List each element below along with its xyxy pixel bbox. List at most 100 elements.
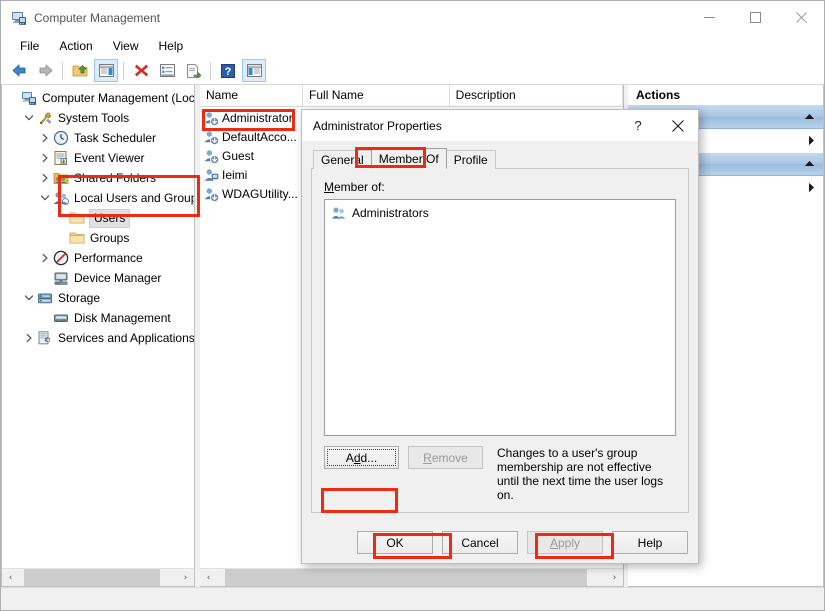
add-remove-row: Add... Remove Changes to a user's group …	[324, 446, 676, 502]
help-button[interactable]: Help	[612, 531, 688, 554]
tree-node-system-tools[interactable]: System Tools	[2, 108, 194, 128]
menu-help[interactable]: Help	[149, 36, 194, 56]
tree-node-label: Storage	[58, 290, 101, 305]
dialog-help-icon[interactable]: ?	[618, 110, 658, 141]
chevron-right-icon[interactable]	[808, 182, 815, 195]
tree-scroll-track[interactable]	[19, 569, 177, 586]
tab-general[interactable]: General	[313, 150, 372, 169]
chevron-right-icon[interactable]	[37, 170, 53, 186]
minimize-button[interactable]	[686, 1, 732, 34]
remove-button[interactable]: Remove	[408, 446, 483, 469]
list-scroll-track[interactable]	[217, 569, 606, 586]
clock-icon	[53, 130, 70, 146]
tree-node-label: Device Manager	[74, 270, 162, 285]
chevron-right-icon[interactable]	[37, 250, 53, 266]
tab-member-of[interactable]: Member Of	[370, 148, 447, 169]
tree-scroll-thumb[interactable]	[23, 569, 160, 586]
column-header-full-name[interactable]: Full Name	[303, 85, 450, 106]
tab-profile[interactable]: Profile	[445, 150, 496, 169]
chevron-right-icon[interactable]	[37, 150, 53, 166]
delete-icon[interactable]	[129, 59, 153, 82]
apply-button[interactable]: Apply	[527, 531, 603, 554]
column-header-description[interactable]: Description	[450, 85, 623, 106]
user-name-cell: Guest	[222, 148, 255, 163]
chevron-right-icon[interactable]	[808, 135, 815, 148]
tree-node-label: Groups	[90, 230, 130, 245]
chevron-down-icon[interactable]	[37, 190, 53, 206]
maximize-button[interactable]	[732, 1, 778, 34]
tree-node-task-scheduler[interactable]: Task Scheduler	[2, 128, 194, 148]
tree-node-label: Event Viewer	[74, 150, 145, 165]
export-list-icon[interactable]	[181, 59, 205, 82]
menu-action[interactable]: Action	[49, 36, 102, 56]
user-icon	[203, 167, 219, 183]
help-icon[interactable]: ?	[216, 59, 240, 82]
user-name-cell: DefaultAcco...	[222, 129, 297, 144]
cancel-button[interactable]: Cancel	[442, 531, 518, 554]
user-disabled-icon	[203, 110, 220, 126]
services-icon	[37, 330, 54, 346]
tree-node-device-manager[interactable]: Device Manager	[2, 268, 194, 288]
tree-node-label: Computer Management (Local	[42, 90, 194, 105]
folder-icon	[69, 230, 86, 246]
console-tree[interactable]: Computer Management (Local System Tools Ta…	[2, 85, 194, 568]
statusbar	[1, 587, 824, 610]
list-item[interactable]: Administrators	[328, 204, 672, 222]
chevron-right-icon[interactable]	[37, 130, 53, 146]
list-scroll-left-arrow[interactable]: ‹	[200, 569, 217, 586]
tree-node-label: Disk Management	[74, 310, 171, 325]
tree-indent-spacer	[53, 230, 69, 246]
tree-node-services-and-applications[interactable]: Services and Applications	[2, 328, 194, 348]
user-disabled-icon	[203, 186, 220, 202]
dialog-tabs[interactable]: General Member Of Profile	[311, 148, 689, 169]
menubar: File Action View Help	[1, 34, 824, 57]
actions-pane-title: Actions	[628, 85, 823, 106]
tree-node-groups[interactable]: Groups	[2, 228, 194, 248]
list-horizontal-scrollbar[interactable]: ‹ ›	[200, 568, 623, 586]
tree-node-users[interactable]: Users	[2, 208, 194, 228]
list-scroll-right-arrow[interactable]: ›	[606, 569, 623, 586]
tree-node-label: Users	[89, 208, 131, 228]
toolbar-separator	[123, 61, 124, 80]
add-button[interactable]: Add...	[324, 446, 399, 469]
chevron-down-icon[interactable]	[21, 110, 37, 126]
chevron-up-icon[interactable]	[804, 112, 815, 122]
computer-management-window: Computer Management File Action View Hel…	[0, 0, 825, 611]
tree-node-local-users-and-groups[interactable]: Local Users and Groups	[2, 188, 194, 208]
back-icon[interactable]	[7, 59, 31, 82]
tree-node-shared-folders[interactable]: Shared Folders	[2, 168, 194, 188]
ok-button[interactable]: OK	[357, 531, 433, 554]
close-button[interactable]	[778, 1, 824, 34]
member-of-listbox[interactable]: Administrators	[324, 199, 676, 436]
chevron-up-icon[interactable]	[804, 159, 815, 169]
toolbar-separator	[62, 61, 63, 80]
tree-node-event-viewer[interactable]: Event Viewer	[2, 148, 194, 168]
dialog-footer: OK Cancel Apply Help	[302, 522, 698, 563]
list-scroll-thumb[interactable]	[224, 569, 587, 586]
show-hide-console-tree-icon[interactable]	[94, 59, 118, 82]
tree-indent-spacer	[37, 310, 53, 326]
user-name-cell: Administrator	[222, 110, 293, 125]
tree-node-label: Performance	[74, 250, 143, 265]
menu-file[interactable]: File	[10, 36, 49, 56]
tree-scroll-right-arrow[interactable]: ›	[177, 569, 194, 586]
chevron-down-icon[interactable]	[21, 290, 37, 306]
tree-node-performance[interactable]: Performance	[2, 248, 194, 268]
tree-node-disk-management[interactable]: Disk Management	[2, 308, 194, 328]
dialog-close-icon[interactable]	[658, 110, 698, 141]
tree-scroll-left-arrow[interactable]: ‹	[2, 569, 19, 586]
tree-node-label: Local Users and Groups	[74, 190, 194, 205]
tree-node-storage[interactable]: Storage	[2, 288, 194, 308]
up-one-level-icon[interactable]	[68, 59, 92, 82]
show-hide-action-pane-icon[interactable]	[242, 59, 266, 82]
tree-horizontal-scrollbar[interactable]: ‹ ›	[2, 568, 194, 586]
list-column-header[interactable]: Name Full Name Description	[200, 85, 623, 107]
menu-view[interactable]: View	[103, 36, 149, 56]
forward-icon[interactable]	[33, 59, 57, 82]
tree-node-computer-management-local[interactable]: Computer Management (Local	[2, 88, 194, 108]
chevron-right-icon[interactable]	[21, 330, 37, 346]
properties-icon[interactable]	[155, 59, 179, 82]
column-header-name[interactable]: Name	[200, 85, 304, 106]
remove-button-label: Remove	[423, 450, 468, 465]
device-manager-icon	[53, 270, 70, 286]
